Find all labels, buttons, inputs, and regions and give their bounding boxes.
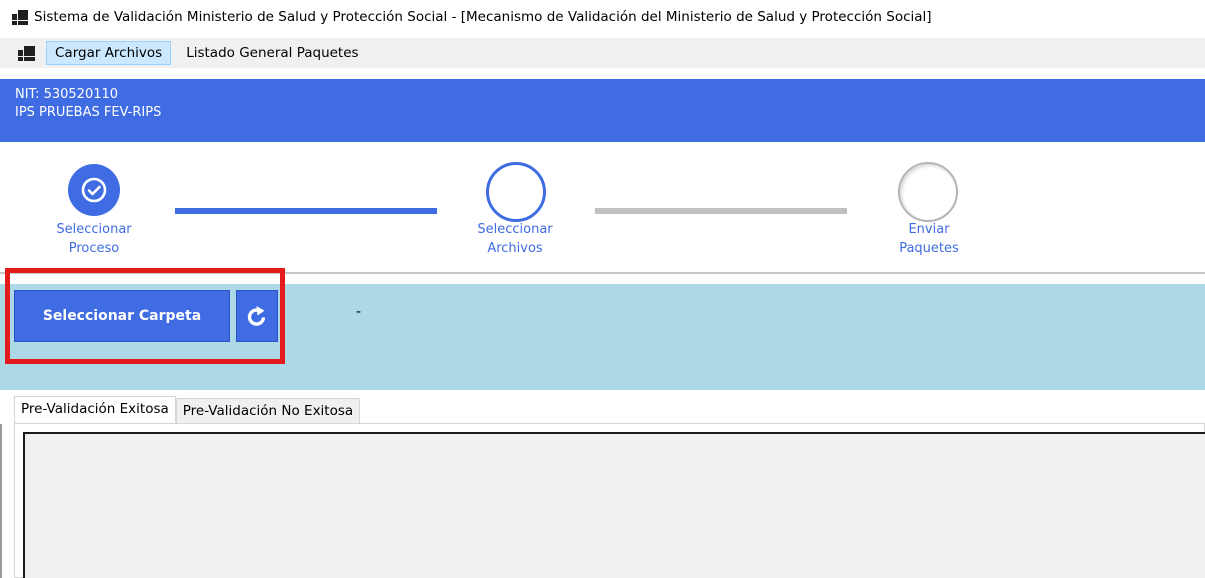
tab-pre-validacion-no-exitosa[interactable]: Pre-Validación No Exitosa <box>175 398 361 424</box>
entity-header: NIT: 530520110 IPS PRUEBAS FEV-RIPS <box>0 79 1205 142</box>
action-panel: Seleccionar Carpeta - <box>0 284 1205 390</box>
step-2-circle-icon <box>486 162 546 222</box>
selected-folder-path: - <box>356 304 362 320</box>
tab-pre-validacion-exitosa[interactable]: Pre-Validación Exitosa <box>14 396 176 424</box>
tab-panel <box>14 423 1205 578</box>
app-window: Sistema de Validación Ministerio de Salu… <box>0 0 1205 578</box>
step-2-label: Seleccionar Archivos <box>477 222 553 256</box>
progress-stepper: Seleccionar Proceso Seleccionar Archivos… <box>0 142 1205 272</box>
step-1-label: Seleccionar Proceso <box>56 222 132 256</box>
mdi-window-icon[interactable] <box>18 44 36 62</box>
step-3-circle-icon <box>898 162 958 222</box>
window-left-edge <box>0 424 2 578</box>
app-icon <box>12 9 28 25</box>
refresh-button[interactable] <box>236 290 278 342</box>
step-1-check-icon <box>68 164 120 216</box>
step-connector-2 <box>595 208 847 214</box>
entity-name: IPS PRUEBAS FEV-RIPS <box>15 105 162 120</box>
step-3-label: Enviar Paquetes <box>899 222 959 256</box>
results-grid[interactable] <box>23 432 1205 578</box>
nit-label: NIT: 530520110 <box>15 87 119 102</box>
title-bar: Sistema de Validación Ministerio de Salu… <box>0 0 1205 34</box>
stepper-divider <box>0 272 1205 274</box>
window-title: Sistema de Validación Ministerio de Salu… <box>34 9 932 25</box>
select-folder-button[interactable]: Seleccionar Carpeta <box>14 290 230 342</box>
step-connector-1 <box>175 208 437 214</box>
menu-bar: Cargar Archivos Listado General Paquetes <box>0 38 1205 68</box>
refresh-icon <box>247 306 266 326</box>
result-tabs: Pre-Validación Exitosa Pre-Validación No… <box>14 396 361 424</box>
menu-item-cargar-archivos[interactable]: Cargar Archivos <box>46 41 172 65</box>
menu-item-listado-general-paquetes[interactable]: Listado General Paquetes <box>177 41 367 65</box>
